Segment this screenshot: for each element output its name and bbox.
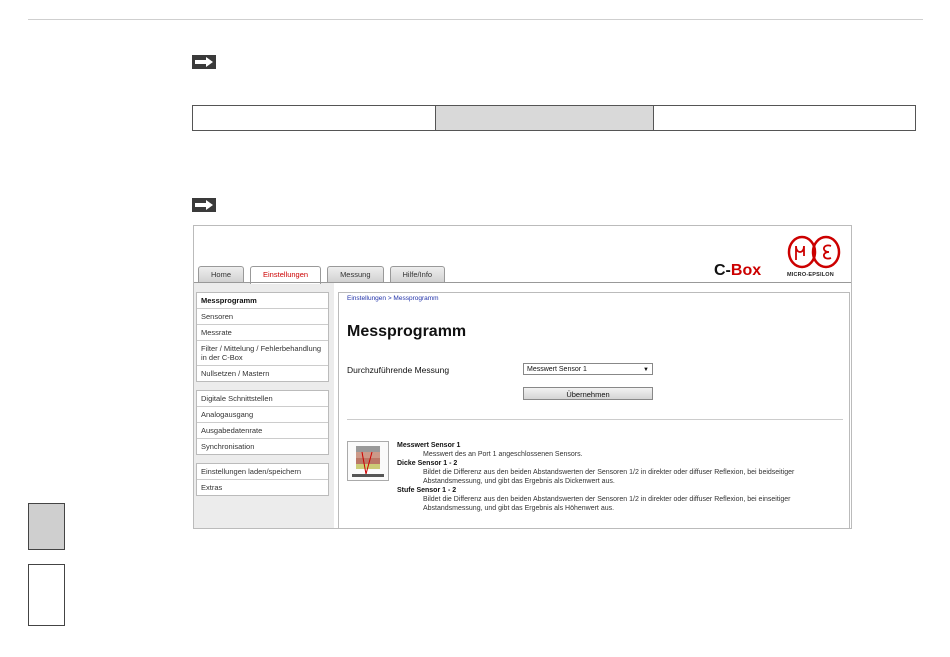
sidebar-item-sensoren[interactable]: Sensoren <box>197 309 328 325</box>
tab-messung[interactable]: Messung <box>327 266 384 283</box>
sidebar-item-analogausgang[interactable]: Analogausgang <box>197 407 328 423</box>
arrow-right-icon <box>192 55 216 69</box>
info-table <box>192 105 916 131</box>
table-cell-highlight <box>436 106 654 130</box>
desc-text: Messwert des an Port 1 angeschlossenen S… <box>423 451 583 458</box>
sensor-thumbnail-icon <box>347 441 389 481</box>
sidebar-item-extras[interactable]: Extras <box>197 480 328 495</box>
logo-wordmark: MICRO-EPSILON <box>787 272 834 278</box>
page-title: Messprogramm <box>347 323 467 340</box>
table-cell <box>193 106 436 130</box>
sidebar-item-ausgabedatenrate[interactable]: Ausgabedatenrate <box>197 423 328 439</box>
sidebar-item-messprogramm[interactable]: Messprogramm <box>197 293 328 309</box>
nav-group-3: Einstellungen laden/speichern Extras <box>196 463 329 496</box>
sidebar-nav: Messprogramm Sensoren Messrate Filter / … <box>196 292 329 504</box>
main-tabs: Home Einstellungen Messung Hilfe/Info <box>198 266 446 284</box>
tabbar-line <box>194 282 851 283</box>
arrow-right-icon <box>192 198 216 212</box>
sidebar-item-einstellungen-laden[interactable]: Einstellungen laden/speichern <box>197 464 328 480</box>
measurement-label: Durchzuführende Messung <box>347 365 450 375</box>
chapter-marker-filled <box>28 503 65 550</box>
cbox-brand: C-Box <box>714 262 762 279</box>
cbox-web-interface-screenshot: Home Einstellungen Messung Hilfe/Info C-… <box>193 225 852 529</box>
content-panel: Einstellungen > Messprogramm Messprogram… <box>338 292 850 528</box>
tab-home[interactable]: Home <box>198 266 245 283</box>
top-rule <box>28 19 923 20</box>
desc-heading: Messwert Sensor 1 <box>397 442 461 449</box>
breadcrumb[interactable]: Einstellungen > Messprogramm <box>347 295 439 302</box>
divider <box>347 419 843 420</box>
desc-text: Bildet die Differenz aus den beiden Abst… <box>423 469 795 485</box>
nav-group-2: Digitale Schnittstellen Analogausgang Au… <box>196 390 329 455</box>
nav-group-1: Messprogramm Sensoren Messrate Filter / … <box>196 292 329 382</box>
desc-heading: Dicke Sensor 1 - 2 <box>397 460 458 467</box>
table-cell <box>654 106 915 130</box>
sidebar-item-synchronisation[interactable]: Synchronisation <box>197 439 328 454</box>
measurement-select[interactable]: Messwert Sensor 1 ▼ <box>523 363 653 375</box>
sidebar-item-messrate[interactable]: Messrate <box>197 325 328 341</box>
sidebar-item-digitale-schnittstellen[interactable]: Digitale Schnittstellen <box>197 391 328 407</box>
dropdown-caret-icon: ▼ <box>643 367 649 373</box>
desc-heading: Stufe Sensor 1 - 2 <box>397 487 457 494</box>
select-value: Messwert Sensor 1 <box>527 366 587 373</box>
desc-text: Bildet die Differenz aus den beiden Abst… <box>423 496 791 512</box>
sidebar-item-filter[interactable]: Filter / Mittelung / Fehlerbehandlung in… <box>197 341 328 366</box>
sidebar-item-nullsetzen[interactable]: Nullsetzen / Mastern <box>197 366 328 381</box>
chapter-marker-empty <box>28 564 65 626</box>
measurement-descriptions: Messwert Sensor 1 Messwert des an Port 1… <box>397 441 842 513</box>
tab-hilfe-info[interactable]: Hilfe/Info <box>389 266 446 283</box>
apply-button[interactable]: Übernehmen <box>523 387 653 400</box>
